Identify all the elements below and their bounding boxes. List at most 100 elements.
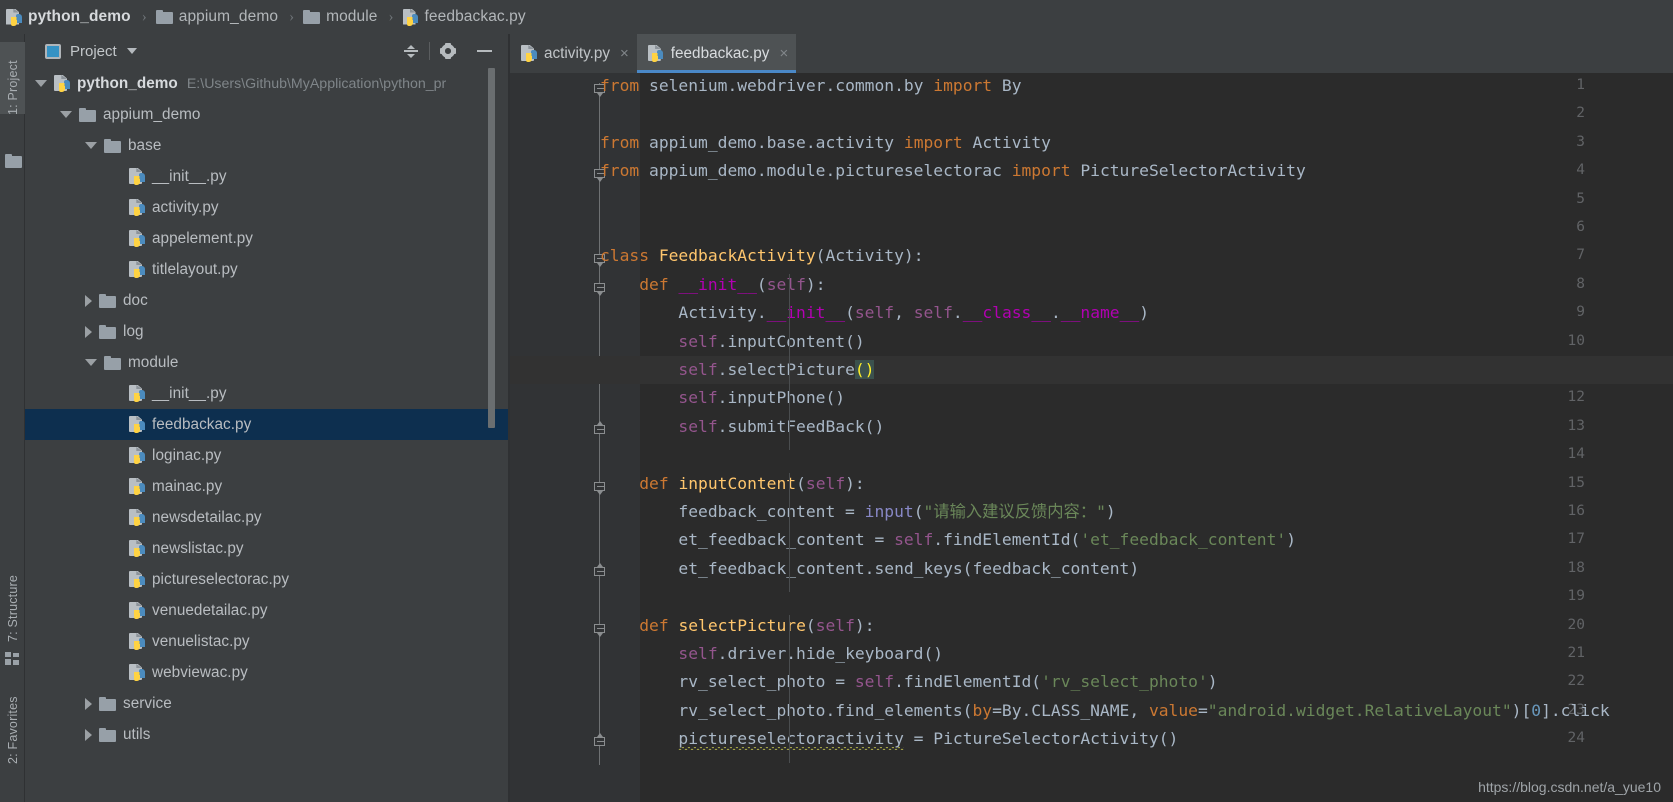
tree-item-loginac-py[interactable]: loginac.py <box>25 440 509 471</box>
tree-item-path: E:\Users\Github\MyApplication\python_pr <box>186 75 447 92</box>
tree-item-label: newsdetailac.py <box>152 508 262 526</box>
folder-icon <box>79 107 96 122</box>
code-line[interactable]: self.inputContent() <box>510 328 1673 356</box>
close-icon[interactable]: × <box>779 46 788 61</box>
tool-tab-favorites-label: 2: Favorites <box>6 696 20 764</box>
code-line[interactable]: def __init__(self): <box>510 271 1673 299</box>
tree-item-service[interactable]: service <box>25 688 509 719</box>
tree-item-titlelayout-py[interactable]: titlelayout.py <box>25 254 509 285</box>
tree-item-appelement-py[interactable]: appelement.py <box>25 223 509 254</box>
code-line[interactable]: feedback_content = input("请输入建议反馈内容：") <box>510 498 1673 526</box>
python-file-icon <box>129 230 145 247</box>
python-file-icon <box>647 45 664 62</box>
code-line[interactable]: def inputContent(self): <box>510 470 1673 498</box>
tree-item-newslistac-py[interactable]: newslistac.py <box>25 533 509 564</box>
chevron-down-icon[interactable] <box>85 142 97 149</box>
code-line[interactable]: rv_select_photo.find_elements(by=By.CLAS… <box>510 697 1673 725</box>
tree-item-base[interactable]: base <box>25 130 509 161</box>
structure-icon <box>5 652 20 665</box>
chevron-right-icon[interactable] <box>85 294 92 307</box>
editor-tab-feedbackac-py[interactable]: feedbackac.py × <box>636 34 797 73</box>
code-line[interactable]: pictureselectoractivity = PictureSelecto… <box>510 725 1673 753</box>
tree-item-doc[interactable]: doc <box>25 285 509 316</box>
python-file-icon <box>129 261 145 278</box>
tree-item--init-py[interactable]: __init__.py <box>25 161 509 192</box>
tree-item-label: venuedetailac.py <box>152 601 268 619</box>
code-line[interactable]: self.driver.hide_keyboard() <box>510 640 1673 668</box>
tool-tab-structure[interactable]: 7: Structure <box>0 564 25 642</box>
code-line[interactable]: self.submitFeedBack() <box>510 413 1673 441</box>
indent-guide <box>789 472 790 593</box>
tree-item-activity-py[interactable]: activity.py <box>25 192 509 223</box>
code-line[interactable]: self.selectPicture() <box>510 356 1673 385</box>
breadcrumb-item-file[interactable]: feedbackac.py <box>402 0 526 34</box>
python-file-icon <box>402 8 419 26</box>
python-file-icon <box>129 478 145 495</box>
code-line[interactable]: self.inputPhone() <box>510 384 1673 412</box>
tree-item-mainac-py[interactable]: mainac.py <box>25 471 509 502</box>
project-panel-title: Project <box>70 42 117 60</box>
chevron-down-icon[interactable] <box>126 48 137 54</box>
project-scrollbar[interactable] <box>488 68 495 428</box>
chevron-right-icon[interactable] <box>85 325 92 338</box>
code-line[interactable]: et_feedback_content = self.findElementId… <box>510 526 1673 554</box>
tree-item-webviewac-py[interactable]: webviewac.py <box>25 657 509 688</box>
tree-item-venuedetailac-py[interactable]: venuedetailac.py <box>25 595 509 626</box>
breadcrumb: python_demo › appium_demo › module › fee… <box>0 0 1673 34</box>
breadcrumb-item-appium-demo[interactable]: appium_demo <box>155 0 278 34</box>
python-file-icon <box>129 385 145 402</box>
breadcrumb-item-module[interactable]: module <box>303 0 377 34</box>
tree-item-label: titlelayout.py <box>152 260 238 278</box>
close-icon[interactable]: × <box>620 46 629 61</box>
code-line[interactable] <box>510 186 1673 214</box>
code-line[interactable]: def selectPicture(self): <box>510 612 1673 640</box>
watermark: https://blog.csdn.net/a_yue10 <box>1478 779 1661 795</box>
code-line[interactable] <box>510 214 1673 242</box>
code-line[interactable] <box>510 441 1673 469</box>
breadcrumb-item-project[interactable]: python_demo <box>6 0 131 34</box>
code-line[interactable]: from appium_demo.module.pictureselectora… <box>510 157 1673 185</box>
chevron-right-icon[interactable] <box>85 697 92 710</box>
code-line[interactable] <box>510 583 1673 611</box>
tree-item--init-py[interactable]: __init__.py <box>25 378 509 409</box>
tree-item-log[interactable]: log <box>25 316 509 347</box>
code-line[interactable] <box>510 100 1673 128</box>
code-line[interactable]: class FeedbackActivity(Activity): <box>510 242 1673 270</box>
chevron-down-icon[interactable] <box>60 111 72 118</box>
collapse-all-button[interactable] <box>393 34 429 68</box>
tree-item-pictureselectorac-py[interactable]: pictureselectorac.py <box>25 564 509 595</box>
code-line[interactable]: from selenium.webdriver.common.by import… <box>510 73 1673 100</box>
chevron-down-icon[interactable] <box>85 359 97 366</box>
tree-item-feedbackac-py[interactable]: feedbackac.py <box>25 409 509 440</box>
folder-icon <box>5 154 22 168</box>
tool-tab-favorites[interactable]: 2: Favorites <box>0 682 25 764</box>
breadcrumb-label: module <box>326 8 378 25</box>
code-line[interactable]: from appium_demo.base.activity import Ac… <box>510 129 1673 157</box>
code-editor[interactable]: 123456789101112131415161718192021222324 … <box>510 73 1673 802</box>
chevron-down-icon[interactable] <box>35 80 47 87</box>
project-tree[interactable]: python_demo E:\Users\Github\MyApplication… <box>25 68 509 802</box>
tool-tab-project[interactable]: 1: Project <box>0 42 25 115</box>
tree-item-venuelistac-py[interactable]: venuelistac.py <box>25 626 509 657</box>
tree-item-newsdetailac-py[interactable]: newsdetailac.py <box>25 502 509 533</box>
code-line[interactable]: rv_select_photo = self.findElementId('rv… <box>510 668 1673 696</box>
editor-tab-label: activity.py <box>544 44 611 62</box>
tree-item-label: python_demo <box>77 74 178 92</box>
editor-area: activity.py × feedbackac.py × 1234567891011… <box>510 34 1673 802</box>
chevron-right-icon[interactable] <box>85 728 92 741</box>
editor-tab-activity-py[interactable]: activity.py × <box>510 34 637 73</box>
tree-item-python-demo[interactable]: python_demo E:\Users\Github\MyApplication… <box>25 68 509 99</box>
code-line[interactable]: Activity.__init__(self, self.__class__._… <box>510 299 1673 327</box>
tree-item-appium-demo[interactable]: appium_demo <box>25 99 509 130</box>
tree-item-utils[interactable]: utils <box>25 719 509 750</box>
tree-item-module[interactable]: module <box>25 347 509 378</box>
settings-button[interactable] <box>430 34 466 68</box>
hide-panel-button[interactable] <box>466 34 502 68</box>
tool-tab-structure-label: 7: Structure <box>6 574 20 642</box>
code-line[interactable]: et_feedback_content.send_keys(feedback_c… <box>510 555 1673 583</box>
